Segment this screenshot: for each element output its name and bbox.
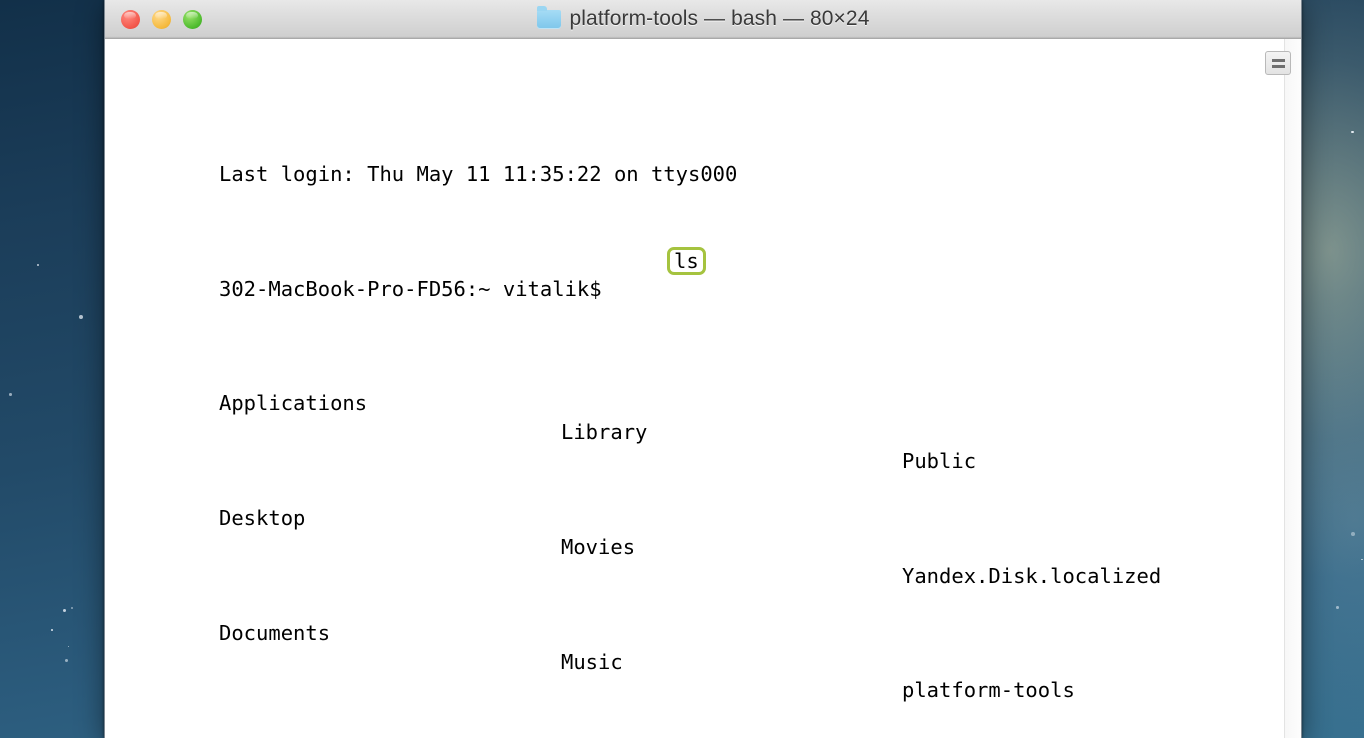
window-title-group: platform-tools — bash — 80×24 — [105, 5, 1301, 31]
star-dot — [78, 314, 83, 319]
terminal-line: Applications Library Public — [105, 361, 976, 472]
listing-item: Music — [561, 649, 623, 674]
terminal-line: Downloads Pictures — [105, 705, 330, 738]
listing-item: Documents — [219, 621, 331, 645]
window-titlebar[interactable]: platform-tools — bash — 80×24 — [105, 0, 1301, 39]
last-login-text: Last login: Thu May 11 11:35:22 on ttys0… — [219, 161, 738, 186]
folder-icon — [536, 5, 561, 29]
terminal-line: Desktop Movies Yandex.Disk.localized — [105, 476, 1161, 587]
shell-prompt: 302-MacBook-Pro-FD56:~ vitalik$ — [219, 276, 614, 301]
minimize-button[interactable] — [152, 9, 171, 29]
terminal-line: 302-MacBook-Pro-FD56:~ vitalik$ ls — [105, 246, 706, 301]
terminal-body[interactable]: Last login: Thu May 11 11:35:22 on ttys0… — [105, 39, 1301, 738]
traffic-light-group — [121, 9, 202, 29]
terminal-window: platform-tools — bash — 80×24 Last login… — [104, 0, 1302, 738]
star-dot — [36, 264, 39, 267]
scrollbar-track[interactable] — [1284, 39, 1301, 738]
star-dot — [1361, 558, 1363, 560]
star-dot — [50, 629, 53, 631]
listing-item: platform-tools — [902, 678, 1075, 703]
star-dot — [1336, 606, 1339, 609]
listing-item: Library — [561, 420, 648, 445]
listing-item: Yandex.Disk.localized — [902, 563, 1162, 588]
zoom-button[interactable] — [183, 9, 202, 29]
listing-item: Movies — [561, 534, 636, 559]
listing-item: Applications — [219, 391, 368, 416]
listing-item: Desktop — [219, 506, 306, 531]
star-dot — [70, 606, 73, 609]
listing-item: Public — [902, 448, 977, 473]
star-dot — [67, 645, 69, 647]
terminal-line: Documents Music platform-tools — [105, 590, 1075, 702]
star-dot — [1351, 532, 1356, 537]
star-dot — [65, 658, 69, 662]
split-pane-bar-top — [1271, 58, 1285, 62]
star-dot — [1351, 130, 1354, 134]
terminal-output: Last login: Thu May 11 11:35:22 on ttys0… — [105, 39, 1161, 738]
close-button[interactable] — [121, 9, 140, 29]
split-pane-bar-bottom — [1271, 64, 1285, 68]
command-highlight-ls-1: ls — [667, 246, 706, 275]
star-dot — [62, 608, 66, 612]
split-pane-icon[interactable] — [1265, 51, 1291, 75]
window-title: platform-tools — bash — 80×24 — [569, 7, 870, 30]
listing-item: Downloads — [219, 734, 330, 738]
star-dot — [9, 393, 12, 396]
terminal-line: Last login: Thu May 11 11:35:22 on ttys0… — [105, 131, 737, 186]
